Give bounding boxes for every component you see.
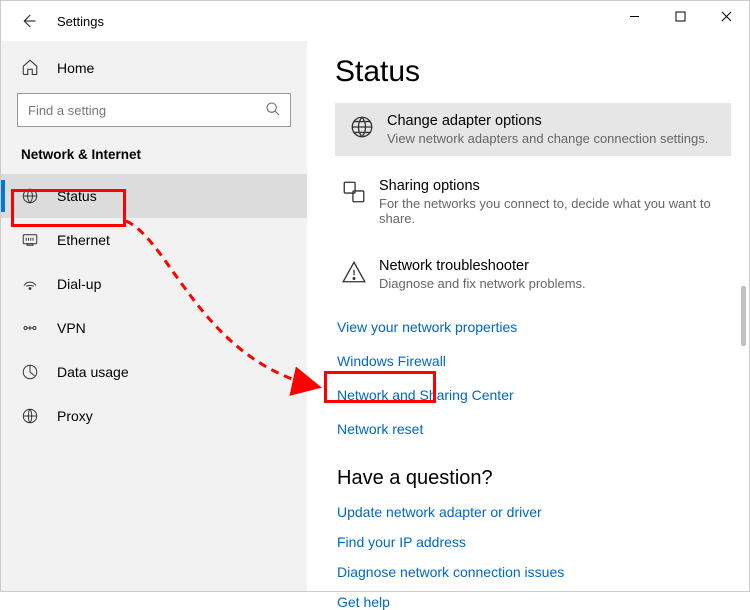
dialup-icon	[21, 275, 41, 293]
nav-label: Proxy	[57, 408, 93, 424]
nav-label: VPN	[57, 320, 86, 336]
option-title: Network troubleshooter	[379, 258, 586, 274]
nav-label: Status	[57, 188, 97, 204]
option-troubleshooter[interactable]: Network troubleshooter Diagnose and fix …	[335, 248, 731, 301]
minimize-button[interactable]	[611, 1, 657, 31]
nav-proxy[interactable]: Proxy	[1, 394, 307, 438]
sharing-icon	[339, 178, 369, 206]
close-button[interactable]	[703, 1, 749, 31]
warning-icon	[339, 258, 369, 286]
back-button[interactable]	[17, 10, 39, 32]
category-label: Network & Internet	[1, 137, 307, 174]
question-heading: Have a question?	[337, 467, 731, 490]
scrollbar-thumb[interactable]	[741, 286, 746, 346]
link-get-help[interactable]: Get help	[337, 594, 731, 610]
option-subtitle: View network adapters and change connect…	[387, 131, 708, 146]
datausage-icon	[21, 363, 41, 381]
nav-ethernet[interactable]: Ethernet	[1, 218, 307, 262]
globe-icon	[347, 113, 377, 141]
link-network-reset[interactable]: Network reset	[337, 421, 731, 437]
link-view-properties[interactable]: View your network properties	[337, 319, 731, 335]
proxy-icon	[21, 407, 41, 425]
nav-label: Dial-up	[57, 276, 101, 292]
status-icon	[21, 187, 41, 205]
link-diagnose-issues[interactable]: Diagnose network connection issues	[337, 564, 731, 580]
option-change-adapter[interactable]: Change adapter options View network adap…	[335, 103, 731, 156]
option-subtitle: Diagnose and fix network problems.	[379, 276, 586, 291]
window-title: Settings	[57, 14, 104, 29]
scrollbar[interactable]	[741, 41, 747, 591]
option-title: Change adapter options	[387, 113, 708, 129]
home-label: Home	[57, 60, 94, 76]
nav-datausage[interactable]: Data usage	[1, 350, 307, 394]
search-input[interactable]	[17, 93, 291, 127]
nav-label: Data usage	[57, 364, 129, 380]
maximize-button[interactable]	[657, 1, 703, 31]
link-update-adapter[interactable]: Update network adapter or driver	[337, 504, 731, 520]
option-subtitle: For the networks you connect to, decide …	[379, 196, 727, 226]
ethernet-icon	[21, 231, 41, 249]
link-find-ip[interactable]: Find your IP address	[337, 534, 731, 550]
search-icon	[265, 101, 283, 119]
page-heading: Status	[335, 55, 731, 89]
nav-vpn[interactable]: VPN	[1, 306, 307, 350]
option-sharing[interactable]: Sharing options For the networks you con…	[335, 168, 731, 236]
vpn-icon	[21, 319, 41, 337]
link-network-sharing-center[interactable]: Network and Sharing Center	[337, 387, 731, 403]
home-icon	[21, 58, 41, 79]
option-title: Sharing options	[379, 178, 727, 194]
nav-status[interactable]: Status	[1, 174, 307, 218]
link-windows-firewall[interactable]: Windows Firewall	[337, 353, 731, 369]
sidebar: Home Network & Internet Status Ethernet	[1, 41, 307, 591]
main-panel: Status Change adapter options View netwo…	[307, 41, 749, 591]
home-button[interactable]: Home	[1, 49, 307, 87]
nav-label: Ethernet	[57, 232, 110, 248]
nav-dialup[interactable]: Dial-up	[1, 262, 307, 306]
